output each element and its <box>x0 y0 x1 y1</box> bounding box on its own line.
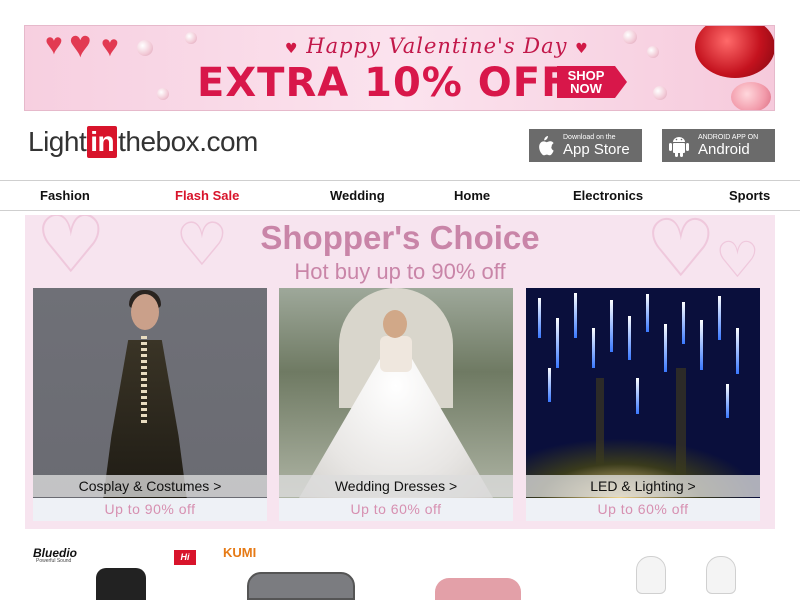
apple-icon <box>539 135 554 155</box>
android-big-text: Android <box>698 140 750 158</box>
pearl-decoration <box>623 30 637 44</box>
category-card-lighting[interactable]: LED & Lighting > Up to 60% off <box>526 288 760 521</box>
pink-case-product-image[interactable] <box>435 578 521 600</box>
logo-part-com: .com <box>199 126 258 157</box>
bluedio-tagline: Powerful Sound <box>36 558 72 564</box>
app-store-button[interactable]: Download on the App Store <box>529 129 642 162</box>
nav-item-flash-sale[interactable]: Flash Sale <box>175 188 239 203</box>
meteor-light <box>736 328 739 374</box>
hi-brand-logo[interactable]: Hi <box>174 550 196 565</box>
kumi-logo[interactable]: KUMI <box>223 545 256 560</box>
nav-item-sports[interactable]: Sports <box>729 188 770 203</box>
lighting-product-image[interactable] <box>526 288 760 498</box>
meteor-light <box>548 368 551 402</box>
bride-head <box>383 310 407 338</box>
category-card-wedding[interactable]: Wedding Dresses > Up to 60% off <box>279 288 513 521</box>
pearl-decoration <box>185 32 197 44</box>
app-store-big-text: App Store <box>563 140 630 158</box>
meteor-light <box>574 293 577 338</box>
meteor-light <box>610 300 613 352</box>
card-label[interactable]: Cosplay & Costumes > <box>33 475 267 497</box>
card-label[interactable]: Wedding Dresses > <box>279 475 513 497</box>
nav-item-fashion[interactable]: Fashion <box>40 188 90 203</box>
card-label[interactable]: LED & Lighting > <box>526 475 760 497</box>
wedding-product-image[interactable] <box>279 288 513 498</box>
rose-decoration <box>731 82 771 110</box>
heart-balloon-icon: ♥ <box>101 30 119 63</box>
shoppers-choice-section: ♡ ♡ ♡ ♡ Shopper's Choice Hot buy up to 9… <box>25 215 775 529</box>
meteor-light <box>556 318 559 368</box>
nav-item-home[interactable]: Home <box>454 188 490 203</box>
banner-tagline: ♥ Happy Valentine's Day ♥ <box>285 34 589 58</box>
pearl-decoration <box>137 40 153 56</box>
gimbal-product-image[interactable] <box>96 568 146 600</box>
site-logo[interactable]: Light in thebox .com <box>28 124 258 160</box>
heart-balloon-icon: ♥ <box>69 25 92 66</box>
cosplay-product-image[interactable] <box>33 288 267 498</box>
meteor-light <box>636 378 639 414</box>
earbud-left-product-image[interactable] <box>636 556 666 594</box>
meteor-light <box>538 298 541 338</box>
card-discount: Up to 60% off <box>597 501 689 517</box>
meteor-light <box>700 320 703 370</box>
category-card-cosplay[interactable]: Cosplay & Costumes > Up to 90% off <box>33 288 267 521</box>
gown-bodice <box>380 336 412 372</box>
logo-part-light: Light <box>28 126 87 157</box>
main-nav: Fashion Flash Sale Wedding Home Electron… <box>0 180 800 211</box>
rose-decoration <box>695 26 774 78</box>
meteor-light <box>646 294 649 332</box>
shop-now-arrow-icon[interactable] <box>615 66 627 98</box>
meteor-light <box>592 328 595 368</box>
pearl-decoration <box>647 46 659 58</box>
shop-now-line2: NOW <box>570 81 602 96</box>
pearl-decoration <box>653 86 667 100</box>
heart-balloon-icon: ♥ <box>45 28 63 61</box>
card-discount: Up to 90% off <box>104 501 196 517</box>
earbud-right-product-image[interactable] <box>706 556 736 594</box>
card-discount: Up to 60% off <box>350 501 442 517</box>
banner-offer: EXTRA 10% OFF <box>197 60 570 106</box>
logo-part-in: in <box>87 126 118 158</box>
pearl-decoration <box>157 88 169 100</box>
meteor-light <box>726 384 729 418</box>
meteor-light <box>718 296 721 340</box>
model-head <box>131 294 159 330</box>
android-app-button[interactable]: ANDROID APP ON Android <box>662 129 775 162</box>
section-title: Shopper's Choice <box>260 219 540 256</box>
pearl-necklace <box>141 336 147 426</box>
valentine-promo-banner[interactable]: ♥ ♥ ♥ ♥ Happy Valentine's Day ♥ EXTRA 10… <box>24 25 775 111</box>
banner-tagline-text: Happy Valentine's Day <box>306 34 568 58</box>
meteor-light <box>664 324 667 372</box>
heart-icon: ♥ <box>575 41 589 57</box>
logo-part-thebox: thebox <box>118 126 200 157</box>
heart-icon: ♥ <box>285 41 299 57</box>
meteor-light <box>628 316 631 360</box>
earbuds-case-product-image[interactable] <box>247 572 355 600</box>
nav-item-electronics[interactable]: Electronics <box>573 188 643 203</box>
meteor-light <box>682 302 685 344</box>
shop-now-button[interactable]: SHOP NOW <box>557 66 615 98</box>
nav-item-wedding[interactable]: Wedding <box>330 188 385 203</box>
section-subtitle: Hot buy up to 90% off <box>294 259 506 284</box>
android-icon <box>669 136 689 157</box>
